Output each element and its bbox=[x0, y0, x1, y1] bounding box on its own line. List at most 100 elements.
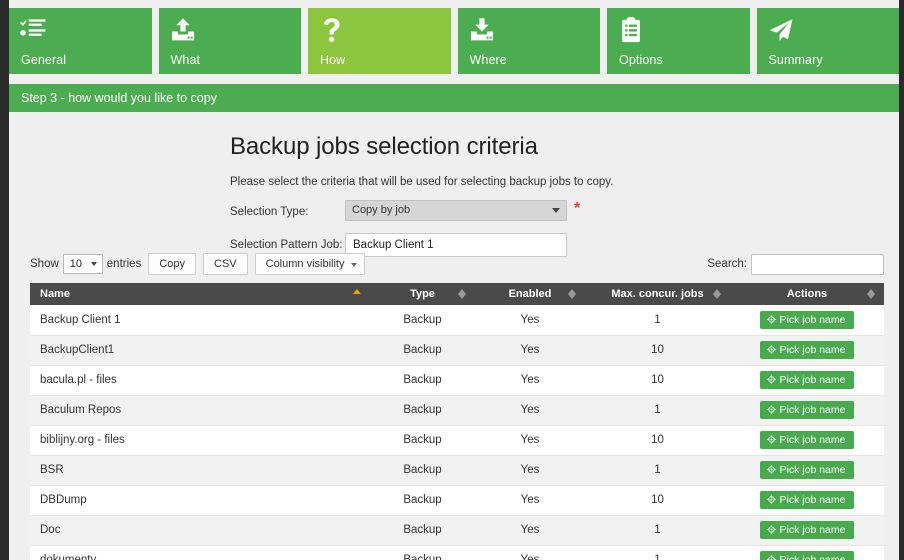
job-max-concur-cell: 1 bbox=[585, 395, 730, 425]
copy-button[interactable]: Copy bbox=[148, 253, 196, 275]
column-header-name[interactable]: Name bbox=[30, 283, 370, 305]
job-name-cell: Baculum Repos bbox=[30, 395, 370, 425]
sort-neutral-icon bbox=[713, 288, 721, 300]
job-name-cell: Backup Client 1 bbox=[30, 305, 370, 335]
pick-job-name-label: Pick job name bbox=[780, 524, 846, 536]
job-name-cell: biblijny.org - files bbox=[30, 425, 370, 455]
selection-type-label: Selection Type: bbox=[230, 200, 345, 222]
job-enabled-cell: Yes bbox=[475, 455, 585, 485]
job-actions-cell: Pick job name bbox=[730, 485, 884, 515]
page-length-value: 10 bbox=[70, 258, 82, 270]
page-left-gutter bbox=[0, 0, 9, 560]
column-header-max-concur-jobs[interactable]: Max. concur. jobs bbox=[585, 283, 730, 305]
pick-job-name-button[interactable]: Pick job name bbox=[760, 551, 855, 560]
wizard-tab-where[interactable]: Where bbox=[458, 8, 601, 74]
column-header-label: Enabled bbox=[509, 288, 552, 300]
jobs-table: NameTypeEnabledMax. concur. jobsActions … bbox=[30, 283, 884, 560]
job-name-cell: Doc bbox=[30, 515, 370, 545]
job-max-concur-cell: 1 bbox=[585, 455, 730, 485]
job-actions-cell: Pick job name bbox=[730, 365, 884, 395]
pick-job-name-button[interactable]: Pick job name bbox=[760, 311, 855, 329]
job-type-cell: Backup bbox=[370, 425, 475, 455]
pick-job-name-button[interactable]: Pick job name bbox=[760, 491, 855, 509]
sort-neutral-icon bbox=[568, 288, 576, 300]
table-row[interactable]: Baculum ReposBackupYes1Pick job name bbox=[30, 395, 884, 425]
table-row[interactable]: biblijny.org - filesBackupYes10Pick job … bbox=[30, 425, 884, 455]
job-type-cell: Backup bbox=[370, 545, 475, 560]
datatable-controls: Show 10 entries Copy CSV Column visibili… bbox=[30, 253, 884, 277]
wizard-tab-general[interactable]: General bbox=[9, 8, 152, 74]
pick-job-name-button[interactable]: Pick job name bbox=[760, 461, 855, 479]
job-name-cell: BackupClient1 bbox=[30, 335, 370, 365]
wizard-tab-label: What bbox=[171, 53, 201, 67]
job-type-cell: Backup bbox=[370, 395, 475, 425]
datatable-controls-right: Search: bbox=[707, 253, 884, 275]
pick-job-name-button[interactable]: Pick job name bbox=[760, 371, 855, 389]
table-row[interactable]: bacula.pl - filesBackupYes10Pick job nam… bbox=[30, 365, 884, 395]
chevron-down-icon bbox=[552, 208, 560, 213]
sort-neutral-icon bbox=[458, 288, 466, 300]
job-name-cell: dokumenty bbox=[30, 545, 370, 560]
pick-job-name-label: Pick job name bbox=[780, 494, 846, 506]
page-length-select[interactable]: 10 bbox=[63, 254, 103, 274]
wizard-tab-options[interactable]: Options bbox=[607, 8, 750, 74]
entries-label: entries bbox=[107, 253, 142, 275]
pick-job-name-label: Pick job name bbox=[780, 434, 846, 446]
job-max-concur-cell: 10 bbox=[585, 485, 730, 515]
column-header-label: Name bbox=[40, 288, 70, 300]
sort-ascending-icon bbox=[353, 288, 361, 300]
table-row[interactable]: BSRBackupYes1Pick job name bbox=[30, 455, 884, 485]
job-max-concur-cell: 1 bbox=[585, 545, 730, 560]
table-row[interactable]: dokumentyBackupYes1 Pick job name bbox=[30, 545, 884, 560]
selection-type-value: Copy by job bbox=[352, 204, 410, 216]
selection-type-select[interactable]: Copy by job bbox=[345, 200, 567, 221]
clipboard-list-icon bbox=[618, 17, 644, 43]
wizard-tab-label: Options bbox=[619, 53, 663, 67]
pick-job-name-button[interactable]: Pick job name bbox=[760, 401, 855, 419]
table-row[interactable]: DocBackupYes1Pick job name bbox=[30, 515, 884, 545]
table-row[interactable]: BackupClient1BackupYes10Pick job name bbox=[30, 335, 884, 365]
required-asterisk: * bbox=[574, 200, 580, 218]
selection-criteria-form: Backup jobs selection criteria Please se… bbox=[230, 132, 690, 257]
crosshairs-icon bbox=[767, 555, 776, 560]
job-max-concur-cell: 10 bbox=[585, 335, 730, 365]
job-actions-cell: Pick job name bbox=[730, 305, 884, 335]
table-header-row: Name Type Enabled Max. concur. jobsActions bbox=[30, 283, 884, 305]
job-max-concur-cell: 10 bbox=[585, 425, 730, 455]
job-type-cell: Backup bbox=[370, 515, 475, 545]
chevron-down-icon bbox=[91, 262, 97, 266]
wizard-tab-summary[interactable]: Summary bbox=[757, 8, 900, 74]
column-header-actions[interactable]: Actions bbox=[730, 283, 884, 305]
job-enabled-cell: Yes bbox=[475, 485, 585, 515]
sort-neutral-icon bbox=[867, 288, 875, 300]
column-visibility-label: Column visibility bbox=[266, 258, 345, 270]
job-actions-cell: Pick job name bbox=[730, 515, 884, 545]
job-enabled-cell: Yes bbox=[475, 545, 585, 560]
crosshairs-icon bbox=[767, 465, 776, 474]
jobs-table-wrapper: NameTypeEnabledMax. concur. jobsActions … bbox=[30, 283, 884, 560]
table-row[interactable]: Backup Client 1BackupYes1Pick job name bbox=[30, 305, 884, 335]
job-type-cell: Backup bbox=[370, 455, 475, 485]
job-actions-cell: Pick job name bbox=[730, 455, 884, 485]
page-title: Backup jobs selection criteria bbox=[230, 132, 690, 162]
crosshairs-icon bbox=[767, 495, 776, 504]
column-header-enabled[interactable]: Enabled bbox=[475, 283, 585, 305]
search-input[interactable] bbox=[751, 254, 884, 275]
job-enabled-cell: Yes bbox=[475, 365, 585, 395]
job-type-cell: Backup bbox=[370, 305, 475, 335]
selection-pattern-label: Selection Pattern Job: bbox=[230, 233, 345, 255]
job-actions-cell: Pick job name bbox=[730, 395, 884, 425]
wizard-tab-how[interactable]: How bbox=[308, 8, 451, 74]
pick-job-name-label: Pick job name bbox=[780, 314, 846, 326]
column-visibility-button[interactable]: Column visibility bbox=[255, 253, 366, 275]
crosshairs-icon bbox=[767, 315, 776, 324]
pick-job-name-button[interactable]: Pick job name bbox=[760, 341, 855, 359]
column-header-type[interactable]: Type bbox=[370, 283, 475, 305]
wizard-tab-what[interactable]: What bbox=[159, 8, 302, 74]
pick-job-name-button[interactable]: Pick job name bbox=[760, 431, 855, 449]
wizard-tab-bar: General What HowWhere Options Summary bbox=[9, 8, 899, 74]
csv-button[interactable]: CSV bbox=[203, 253, 248, 275]
pick-job-name-button[interactable]: Pick job name bbox=[760, 521, 855, 539]
job-type-cell: Backup bbox=[370, 335, 475, 365]
table-row[interactable]: DBDumpBackupYes10Pick job name bbox=[30, 485, 884, 515]
